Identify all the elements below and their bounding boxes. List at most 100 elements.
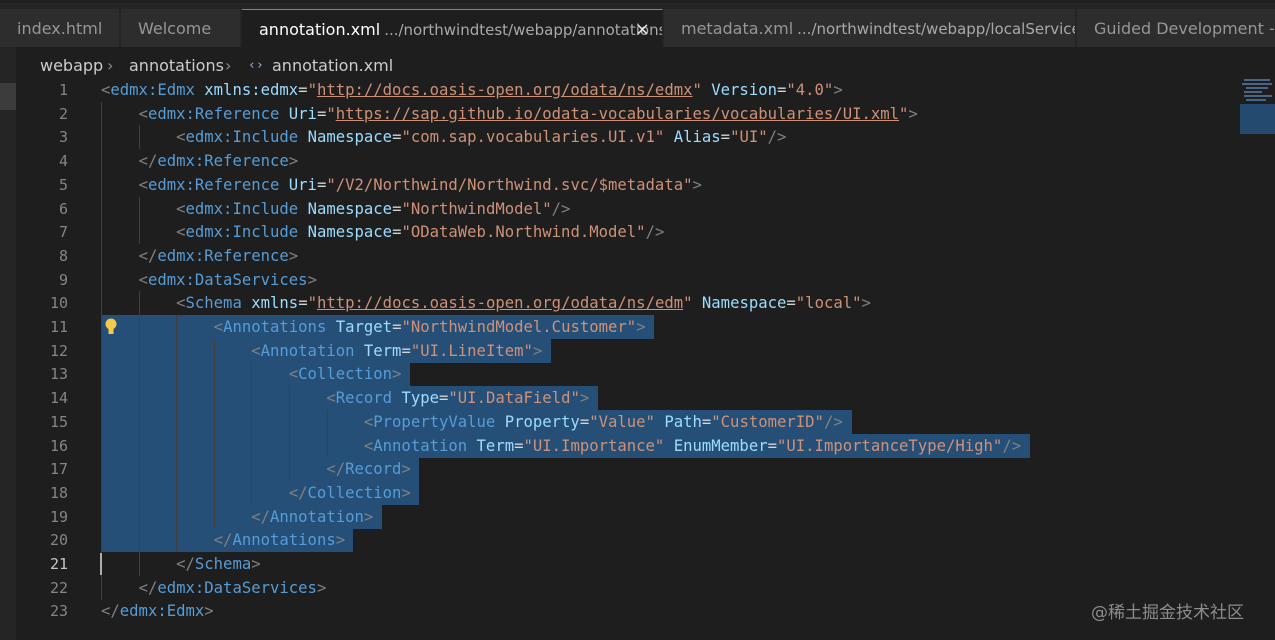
code-text: </Annotations> [213, 531, 346, 550]
tab-description: .../northwindtest/webapp/localService [797, 20, 1076, 38]
code-text: <Collection> [288, 365, 402, 384]
tab-label: index.html [17, 19, 103, 38]
line-number: 14 [49, 389, 68, 408]
code-text: <Annotation Term="UI.Importance" EnumMem… [363, 436, 1022, 455]
minimap-line [1242, 83, 1272, 85]
tab-label: annotation.xml [259, 20, 381, 39]
code-text: </edmx:Reference> [138, 152, 299, 171]
line-number: 4 [58, 152, 68, 171]
code-line[interactable]: 19 </Annotation> [16, 504, 1240, 529]
minimap[interactable] [1240, 47, 1275, 640]
code-line[interactable]: 8 </edmx:Reference> [16, 243, 1240, 268]
line-number: 1 [58, 81, 68, 99]
code-line[interactable]: 4 </edmx:Reference> [16, 149, 1240, 174]
text-cursor [100, 553, 102, 575]
line-number: 5 [58, 175, 68, 194]
line-number: 21 [49, 555, 68, 573]
code-text: <edmx:Include Namespace="NorthwindModel"… [176, 199, 571, 218]
code-text: </Annotation> [251, 507, 374, 526]
chevron-right-icon: › [225, 56, 232, 75]
code-line[interactable]: 5 <edmx:Reference Uri="/V2/Northwind/Nor… [16, 172, 1240, 197]
line-number: 3 [58, 128, 68, 147]
code-line[interactable]: 22 </edmx:DataServices> [16, 575, 1240, 600]
line-number: 16 [49, 436, 68, 455]
code-text: <edmx:Include Namespace="com.sap.vocabul… [176, 128, 787, 147]
code-line[interactable]: 2 <edmx:Reference Uri="https://sap.githu… [16, 101, 1240, 126]
code-text: </Collection> [288, 483, 411, 502]
line-number: 8 [58, 246, 68, 265]
code-line[interactable]: 11 <Annotations Target="NorthwindModel.C… [16, 315, 1240, 339]
breadcrumb-item-file[interactable]: annotation.xml [272, 56, 393, 75]
code-text: </edmx:Edmx> [101, 602, 214, 621]
code-text: <Annotation Term="UI.LineItem"> [251, 341, 543, 360]
code-text: </Schema> [176, 555, 261, 573]
line-number: 20 [49, 531, 68, 550]
tab-label: Welcome [138, 19, 212, 38]
breadcrumb: webapp › annotations › ‹› annotation.xml [16, 51, 1236, 77]
line-number: 2 [58, 104, 68, 123]
code-line[interactable]: 15 <PropertyValue Property="Value" Path=… [16, 409, 1240, 434]
line-number: 12 [49, 341, 68, 360]
code-editor[interactable]: 1 <edmx:Edmx xmlns:edmx="http://docs.oasi… [16, 78, 1240, 640]
minimap-line [1246, 99, 1266, 101]
tab-description: .../northwindtest/webapp/annotations [384, 21, 663, 39]
code-text: <Record Type="UI.DataField"> [326, 389, 590, 408]
line-number: 18 [49, 483, 68, 502]
code-line[interactable]: 14 <Record Type="UI.DataField"> [16, 386, 1240, 411]
breadcrumb-item-webapp[interactable]: webapp [40, 56, 103, 75]
minimap-line [1244, 79, 1270, 81]
code-line[interactable]: 16 <Annotation Term="UI.Importance" Enum… [16, 433, 1240, 458]
code-line[interactable]: 12 <Annotation Term="UI.LineItem"> [16, 338, 1240, 363]
code-line[interactable]: 13 <Collection> [16, 362, 1240, 387]
code-line[interactable]: 17 </Record> [16, 457, 1240, 482]
code-line[interactable]: 20 </Annotations> [16, 528, 1240, 553]
code-line[interactable]: 6 <edmx:Include Namespace="NorthwindMode… [16, 196, 1240, 221]
code-line[interactable]: 9 <edmx:DataServices> [16, 267, 1240, 292]
tab-annotation-xml[interactable]: annotation.xml .../northwindtest/webapp/a… [242, 9, 663, 47]
code-line[interactable]: 10 <Schema xmlns="http://docs.oasis-open… [16, 291, 1240, 316]
line-number: 23 [49, 602, 68, 621]
code-text: <edmx:Reference Uri="https://sap.github.… [138, 104, 918, 123]
activity-indicator [0, 83, 16, 110]
minimap-selection [1240, 104, 1275, 134]
tab-bar: index.html Welcome annotation.xml .../nor… [0, 0, 1275, 47]
line-number: 11 [49, 318, 68, 336]
tab-label: Guided Development - nc [1094, 19, 1275, 38]
minimap-line [1244, 91, 1262, 93]
activity-strip [0, 47, 16, 640]
tab-metadata-xml[interactable]: metadata.xml .../northwindtest/webapp/loc… [664, 9, 1076, 47]
minimap-line [1244, 95, 1272, 97]
watermark: @稀土掘金技术社区 [1091, 603, 1244, 623]
line-number: 7 [58, 223, 68, 242]
code-text: <edmx:Include Namespace="ODataWeb.Northw… [176, 223, 665, 242]
lightbulb-icon[interactable] [104, 318, 118, 336]
line-number: 9 [58, 270, 68, 289]
code-line[interactable]: 23 </edmx:Edmx> [16, 599, 1240, 623]
line-number: 10 [49, 294, 68, 313]
code-text: <edmx:DataServices> [138, 270, 317, 289]
code-text: <PropertyValue Property="Value" Path="Cu… [363, 412, 843, 431]
code-line[interactable]: 21 </Schema> [16, 552, 1240, 576]
breadcrumb-item-annotations[interactable]: annotations [129, 56, 224, 75]
line-number: 17 [49, 460, 68, 479]
line-number: 22 [49, 578, 68, 597]
xml-file-icon: ‹› [248, 58, 264, 73]
code-line[interactable]: 18 </Collection> [16, 480, 1240, 505]
code-text: </edmx:DataServices> [138, 578, 327, 597]
code-text: <Schema xmlns="http://docs.oasis-open.or… [176, 294, 871, 313]
tab-index-html[interactable]: index.html [0, 9, 120, 47]
line-number: 13 [49, 365, 68, 384]
line-number: 6 [58, 199, 68, 218]
code-line[interactable]: 7 <edmx:Include Namespace="ODataWeb.Nort… [16, 220, 1240, 245]
tab-welcome[interactable]: Welcome [121, 9, 241, 47]
code-text: </edmx:Reference> [138, 246, 299, 265]
code-line[interactable]: 1 <edmx:Edmx xmlns:edmx="http://docs.oasi… [16, 78, 1240, 102]
chevron-right-icon: › [107, 56, 114, 75]
line-number: 15 [49, 412, 68, 431]
code-line[interactable]: 3 <edmx:Include Namespace="com.sap.vocab… [16, 125, 1240, 150]
code-text: </Record> [326, 460, 411, 479]
tab-label: metadata.xml [681, 19, 794, 38]
tab-guided-development[interactable]: Guided Development - nc [1077, 9, 1275, 47]
title-strip [0, 0, 1275, 3]
close-icon[interactable]: × [635, 19, 650, 40]
